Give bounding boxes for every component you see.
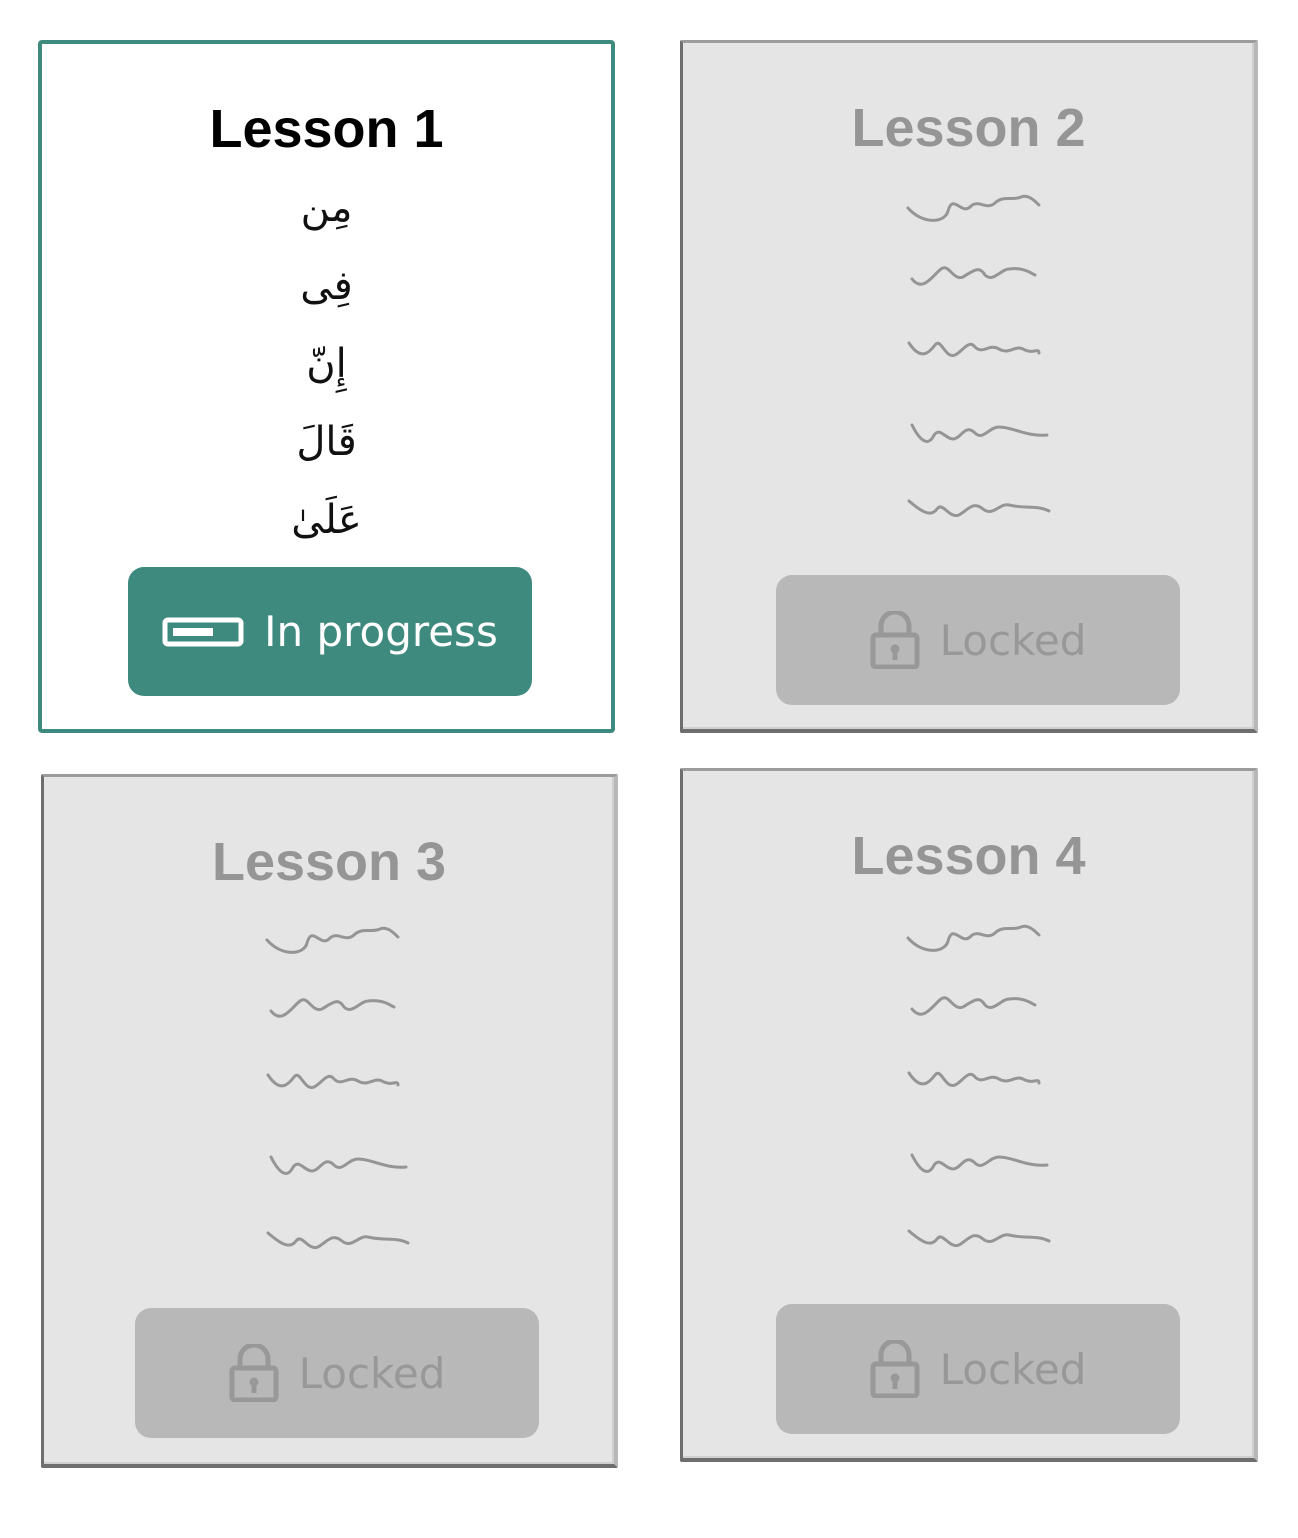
lesson-card-3: Lesson 3 Locked: [41, 774, 618, 1468]
lesson-card-4: Lesson 4 Locked: [680, 768, 1258, 1462]
locked-button: Locked: [135, 1308, 539, 1438]
word-item: مِن: [300, 185, 353, 231]
status-label: In progress: [264, 607, 498, 656]
padlock-icon: [870, 1340, 920, 1398]
word-item: فِى: [300, 263, 353, 309]
lesson-card-1[interactable]: Lesson 1 مِن فِى إِنّ قَالَ عَلَىٰ In pr…: [38, 40, 615, 733]
locked-button: Locked: [776, 575, 1180, 705]
progress-bar-icon: [162, 617, 244, 647]
status-label: Locked: [939, 1344, 1087, 1394]
status-label: Locked: [939, 615, 1087, 665]
in-progress-button[interactable]: In progress: [128, 567, 532, 696]
word-item: عَلَىٰ: [291, 497, 362, 543]
word-item: قَالَ: [296, 419, 357, 465]
word-item: إِنّ: [306, 341, 347, 387]
padlock-icon: [870, 611, 920, 669]
word-list: مِن فِى إِنّ قَالَ عَلَىٰ: [42, 178, 611, 568]
lesson-card-2: Lesson 2 Locked: [680, 40, 1258, 733]
status-label: Locked: [298, 1348, 446, 1398]
lesson-title: Lesson 1: [209, 99, 444, 159]
locked-button: Locked: [776, 1304, 1180, 1434]
padlock-icon: [229, 1344, 279, 1402]
